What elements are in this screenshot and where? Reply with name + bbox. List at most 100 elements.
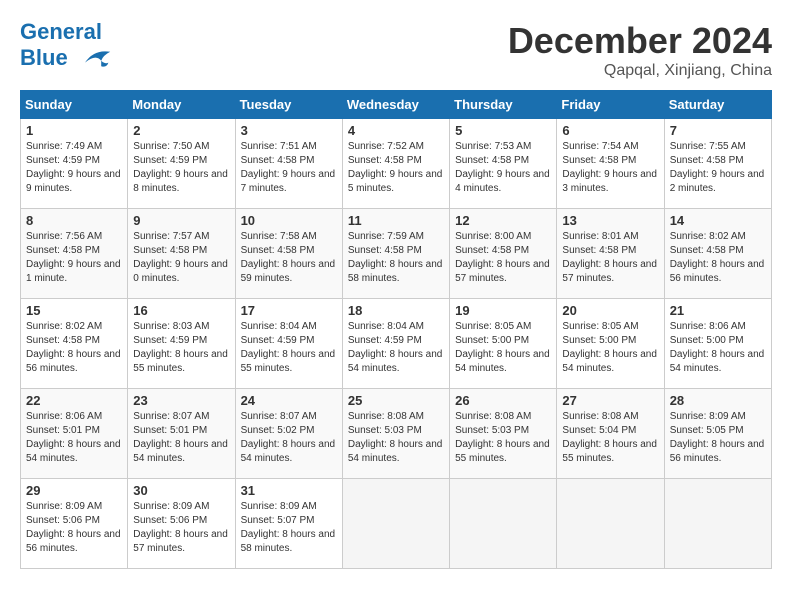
day-number: 12	[455, 213, 551, 228]
day-cell: 24 Sunrise: 8:07 AMSunset: 5:02 PMDayligh…	[235, 389, 342, 479]
day-info: Sunrise: 7:55 AMSunset: 4:58 PMDaylight:…	[670, 140, 766, 196]
day-number: 2	[133, 123, 229, 138]
week-row-2: 8 Sunrise: 7:56 AMSunset: 4:58 PMDaylight…	[21, 209, 772, 299]
day-info: Sunrise: 8:04 AMSunset: 4:59 PMDaylight:…	[348, 320, 444, 376]
day-info: Sunrise: 7:50 AMSunset: 4:59 PMDaylight:…	[133, 140, 229, 196]
day-number: 26	[455, 393, 551, 408]
day-cell: 4 Sunrise: 7:52 AMSunset: 4:58 PMDaylight…	[342, 119, 449, 209]
col-header-friday: Friday	[557, 91, 664, 119]
day-number: 8	[26, 213, 122, 228]
day-info: Sunrise: 8:06 AMSunset: 5:01 PMDaylight:…	[26, 410, 122, 466]
day-number: 25	[348, 393, 444, 408]
day-info: Sunrise: 8:08 AMSunset: 5:04 PMDaylight:…	[562, 410, 658, 466]
day-number: 19	[455, 303, 551, 318]
month-title: December 2024	[508, 20, 772, 62]
day-cell: 31 Sunrise: 8:09 AMSunset: 5:07 PMDayligh…	[235, 479, 342, 569]
day-cell: 6 Sunrise: 7:54 AMSunset: 4:58 PMDaylight…	[557, 119, 664, 209]
day-number: 28	[670, 393, 766, 408]
day-info: Sunrise: 8:09 AMSunset: 5:06 PMDaylight:…	[133, 500, 229, 556]
day-cell: 5Sunrise: 7:53 AMSunset: 4:58 PMDaylight…	[450, 119, 557, 209]
day-cell: 13 Sunrise: 8:01 AMSunset: 4:58 PMDayligh…	[557, 209, 664, 299]
col-header-sunday: Sunday	[21, 91, 128, 119]
day-info: Sunrise: 8:09 AMSunset: 5:07 PMDaylight:…	[241, 500, 337, 556]
day-info: Sunrise: 7:51 AMSunset: 4:58 PMDaylight:…	[241, 140, 337, 196]
week-row-5: 29 Sunrise: 8:09 AMSunset: 5:06 PMDayligh…	[21, 479, 772, 569]
logo-text2: Blue	[20, 44, 112, 74]
calendar-table: SundayMondayTuesdayWednesdayThursdayFrid…	[20, 90, 772, 569]
page-header: General Blue December 2024 Qapqal, Xinji…	[20, 20, 772, 80]
day-cell: 18 Sunrise: 8:04 AMSunset: 4:59 PMDayligh…	[342, 299, 449, 389]
day-info: Sunrise: 8:02 AMSunset: 4:58 PMDaylight:…	[670, 230, 766, 286]
week-row-1: 1Sunrise: 7:49 AMSunset: 4:59 PMDaylight…	[21, 119, 772, 209]
day-cell	[664, 479, 771, 569]
logo-text: General	[20, 20, 112, 44]
day-cell: 8 Sunrise: 7:56 AMSunset: 4:58 PMDaylight…	[21, 209, 128, 299]
day-info: Sunrise: 8:05 AMSunset: 5:00 PMDaylight:…	[455, 320, 551, 376]
day-info: Sunrise: 8:09 AMSunset: 5:06 PMDaylight:…	[26, 500, 122, 556]
day-number: 6	[562, 123, 658, 138]
col-header-wednesday: Wednesday	[342, 91, 449, 119]
week-row-3: 15Sunrise: 8:02 AMSunset: 4:58 PMDayligh…	[21, 299, 772, 389]
day-number: 4	[348, 123, 444, 138]
week-row-4: 22 Sunrise: 8:06 AMSunset: 5:01 PMDayligh…	[21, 389, 772, 479]
day-cell: 15Sunrise: 8:02 AMSunset: 4:58 PMDayligh…	[21, 299, 128, 389]
col-header-tuesday: Tuesday	[235, 91, 342, 119]
day-info: Sunrise: 7:54 AMSunset: 4:58 PMDaylight:…	[562, 140, 658, 196]
day-cell: 9 Sunrise: 7:57 AMSunset: 4:58 PMDaylight…	[128, 209, 235, 299]
day-number: 21	[670, 303, 766, 318]
day-info: Sunrise: 7:56 AMSunset: 4:58 PMDaylight:…	[26, 230, 122, 286]
day-info: Sunrise: 7:58 AMSunset: 4:58 PMDaylight:…	[241, 230, 337, 286]
day-info: Sunrise: 8:09 AMSunset: 5:05 PMDaylight:…	[670, 410, 766, 466]
day-cell	[450, 479, 557, 569]
col-header-saturday: Saturday	[664, 91, 771, 119]
day-info: Sunrise: 8:07 AMSunset: 5:02 PMDaylight:…	[241, 410, 337, 466]
day-number: 3	[241, 123, 337, 138]
day-number: 24	[241, 393, 337, 408]
day-number: 31	[241, 483, 337, 498]
day-cell: 16 Sunrise: 8:03 AMSunset: 4:59 PMDayligh…	[128, 299, 235, 389]
day-cell: 21 Sunrise: 8:06 AMSunset: 5:00 PMDayligh…	[664, 299, 771, 389]
day-cell: 22 Sunrise: 8:06 AMSunset: 5:01 PMDayligh…	[21, 389, 128, 479]
day-cell: 27Sunrise: 8:08 AMSunset: 5:04 PMDayligh…	[557, 389, 664, 479]
day-number: 22	[26, 393, 122, 408]
day-info: Sunrise: 8:07 AMSunset: 5:01 PMDaylight:…	[133, 410, 229, 466]
day-info: Sunrise: 8:05 AMSunset: 5:00 PMDaylight:…	[562, 320, 658, 376]
day-info: Sunrise: 7:57 AMSunset: 4:58 PMDaylight:…	[133, 230, 229, 286]
location-subtitle: Qapqal, Xinjiang, China	[508, 62, 772, 80]
day-number: 20	[562, 303, 658, 318]
day-cell: 1Sunrise: 7:49 AMSunset: 4:59 PMDaylight…	[21, 119, 128, 209]
day-number: 10	[241, 213, 337, 228]
day-info: Sunrise: 7:59 AMSunset: 4:58 PMDaylight:…	[348, 230, 444, 286]
day-cell: 7Sunrise: 7:55 AMSunset: 4:58 PMDaylight…	[664, 119, 771, 209]
day-info: Sunrise: 8:08 AMSunset: 5:03 PMDaylight:…	[348, 410, 444, 466]
day-number: 29	[26, 483, 122, 498]
logo: General Blue	[20, 20, 112, 74]
day-cell: 17 Sunrise: 8:04 AMSunset: 4:59 PMDayligh…	[235, 299, 342, 389]
day-cell: 29 Sunrise: 8:09 AMSunset: 5:06 PMDayligh…	[21, 479, 128, 569]
day-number: 16	[133, 303, 229, 318]
day-info: Sunrise: 8:02 AMSunset: 4:58 PMDaylight:…	[26, 320, 122, 376]
day-cell: 11 Sunrise: 7:59 AMSunset: 4:58 PMDayligh…	[342, 209, 449, 299]
day-cell: 12 Sunrise: 8:00 AMSunset: 4:58 PMDayligh…	[450, 209, 557, 299]
day-number: 13	[562, 213, 658, 228]
day-number: 9	[133, 213, 229, 228]
day-info: Sunrise: 8:00 AMSunset: 4:58 PMDaylight:…	[455, 230, 551, 286]
day-info: Sunrise: 8:04 AMSunset: 4:59 PMDaylight:…	[241, 320, 337, 376]
day-number: 17	[241, 303, 337, 318]
day-info: Sunrise: 8:06 AMSunset: 5:00 PMDaylight:…	[670, 320, 766, 376]
day-info: Sunrise: 7:52 AMSunset: 4:58 PMDaylight:…	[348, 140, 444, 196]
day-cell	[342, 479, 449, 569]
day-cell: 14 Sunrise: 8:02 AMSunset: 4:58 PMDayligh…	[664, 209, 771, 299]
day-info: Sunrise: 7:53 AMSunset: 4:58 PMDaylight:…	[455, 140, 551, 196]
day-cell: 10 Sunrise: 7:58 AMSunset: 4:58 PMDayligh…	[235, 209, 342, 299]
day-number: 14	[670, 213, 766, 228]
day-cell: 23Sunrise: 8:07 AMSunset: 5:01 PMDayligh…	[128, 389, 235, 479]
day-cell: 26Sunrise: 8:08 AMSunset: 5:03 PMDayligh…	[450, 389, 557, 479]
day-number: 11	[348, 213, 444, 228]
day-number: 18	[348, 303, 444, 318]
day-info: Sunrise: 8:03 AMSunset: 4:59 PMDaylight:…	[133, 320, 229, 376]
day-cell: 20 Sunrise: 8:05 AMSunset: 5:00 PMDayligh…	[557, 299, 664, 389]
title-block: December 2024 Qapqal, Xinjiang, China	[508, 20, 772, 80]
day-info: Sunrise: 8:01 AMSunset: 4:58 PMDaylight:…	[562, 230, 658, 286]
day-cell: 25 Sunrise: 8:08 AMSunset: 5:03 PMDayligh…	[342, 389, 449, 479]
